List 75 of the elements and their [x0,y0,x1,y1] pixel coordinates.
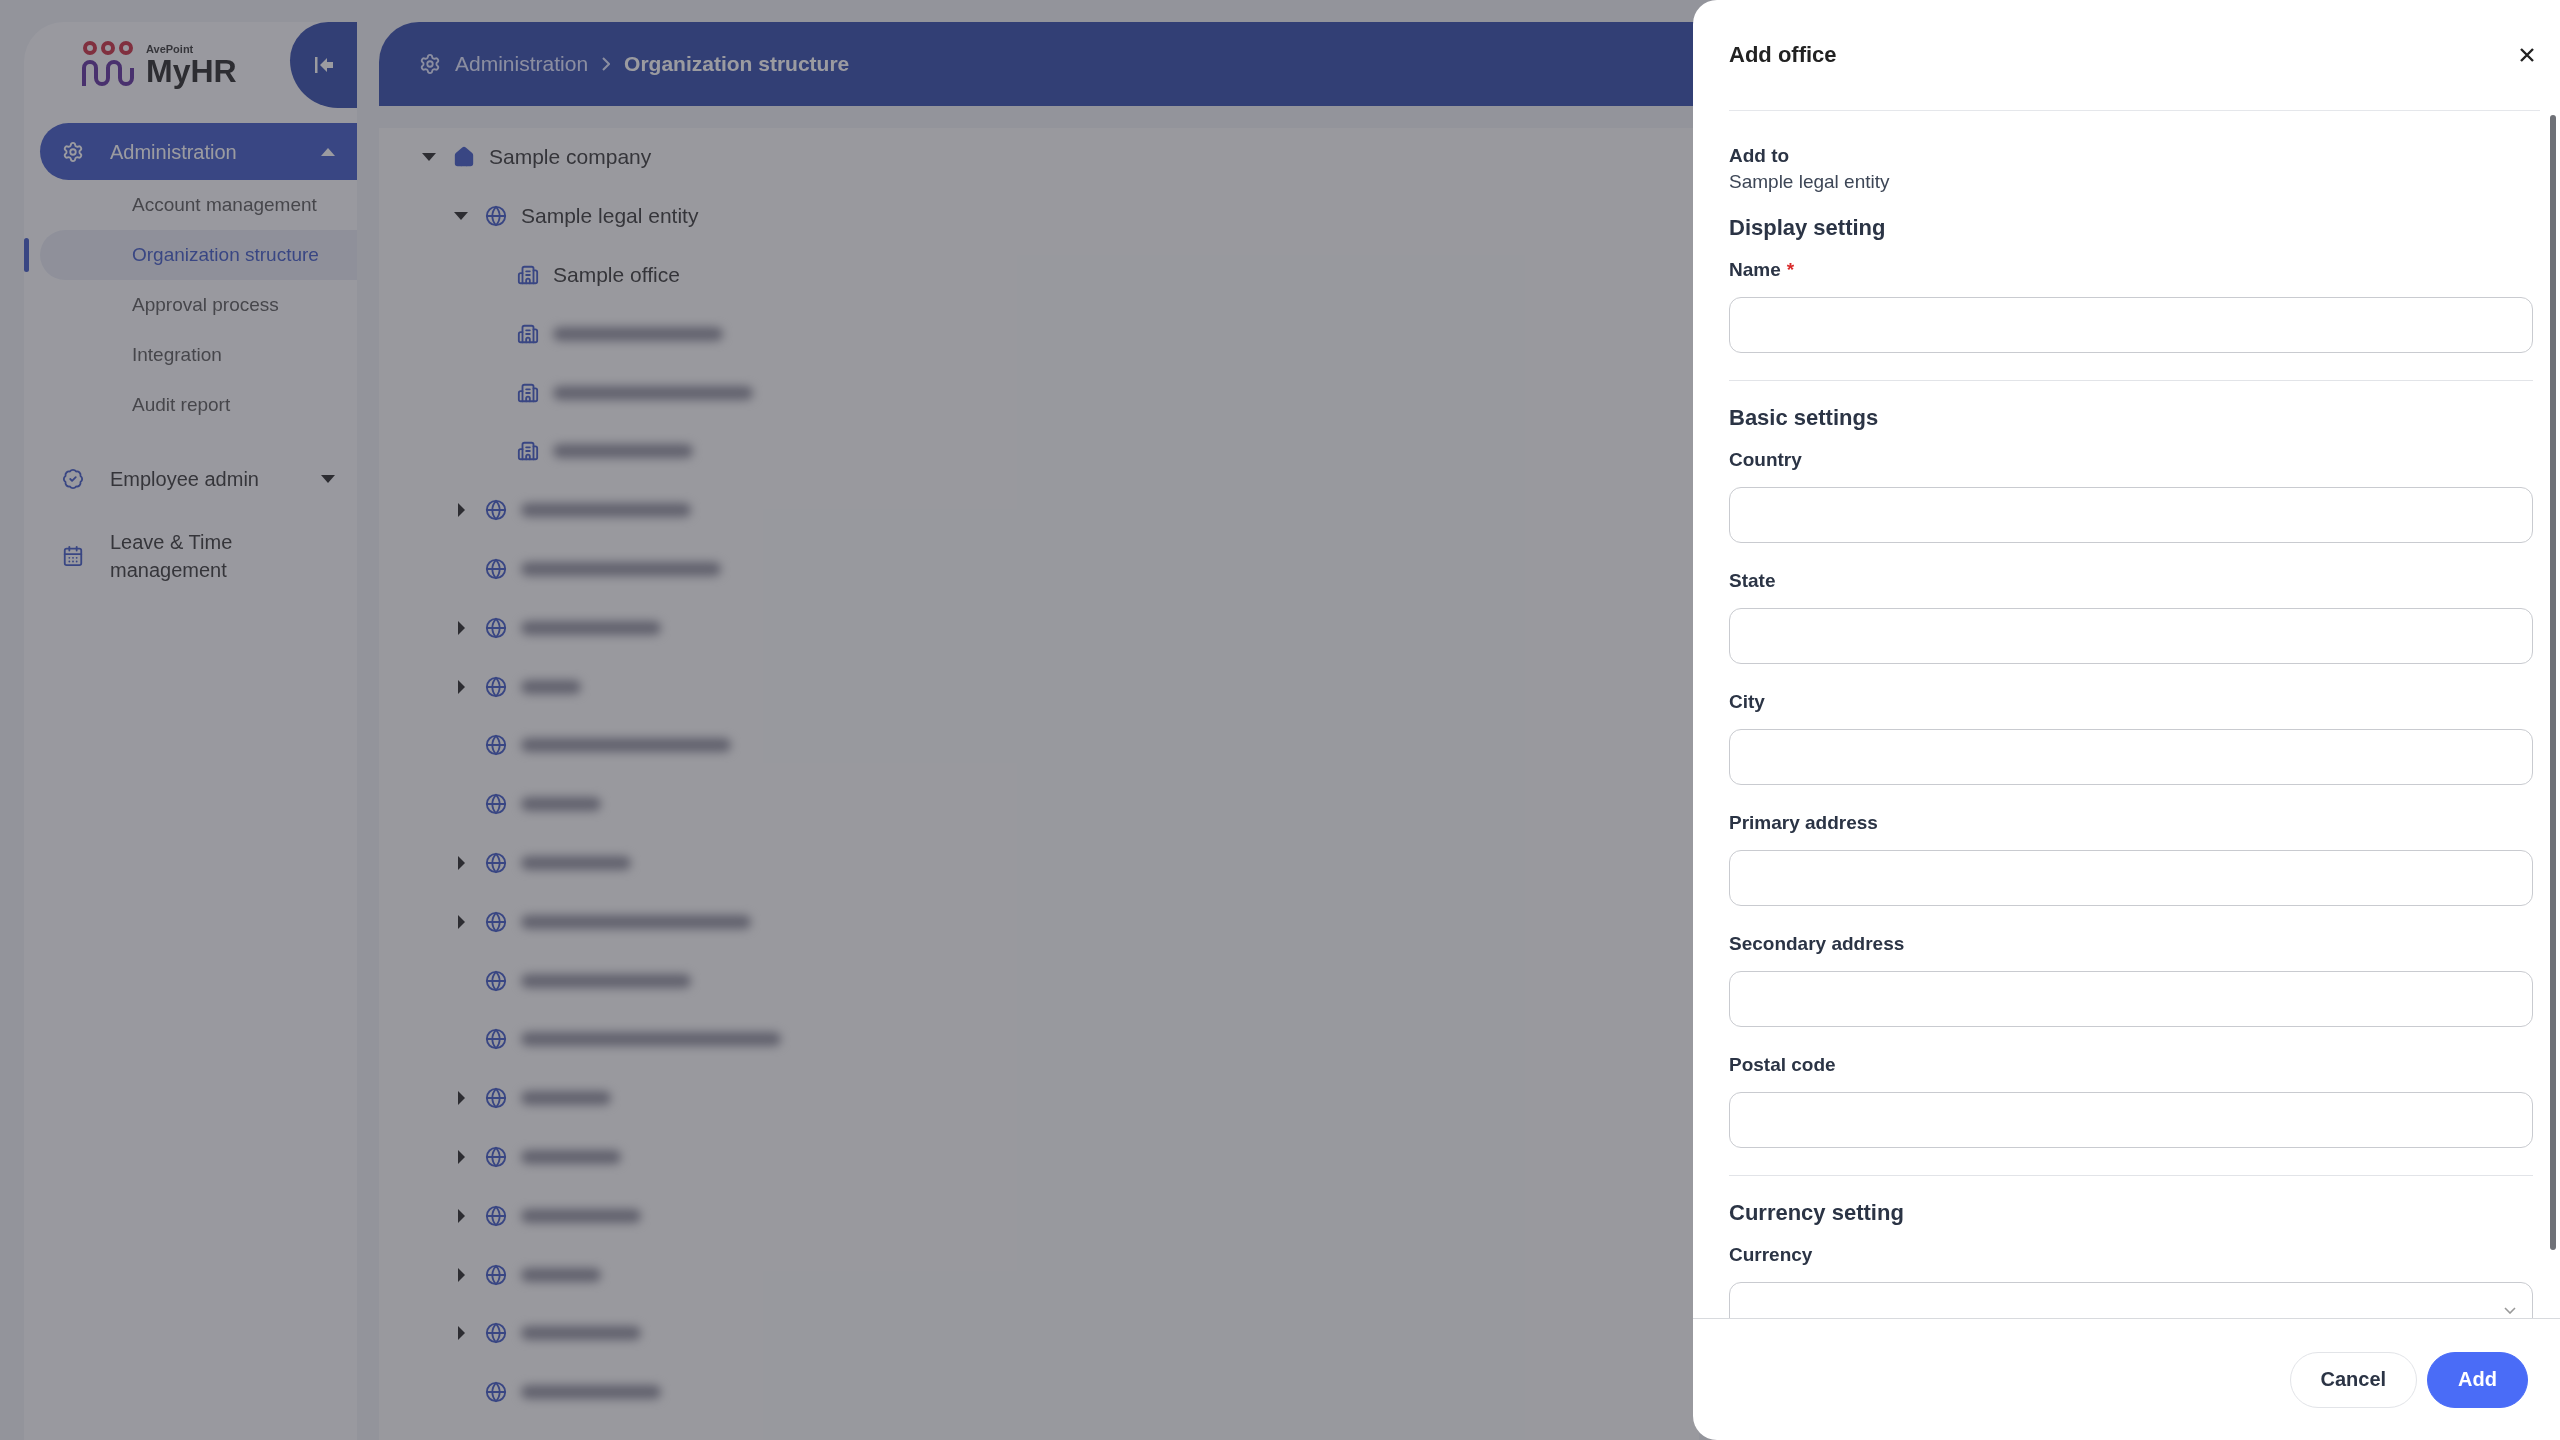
globe-icon [485,734,507,757]
nav-subitem[interactable]: Integration [40,330,357,380]
field-label: Postal code [1729,1054,1837,1076]
building-icon [517,322,539,345]
globe-icon [485,969,507,992]
globe-icon [485,1087,507,1110]
nav-item[interactable]: Employee admin [40,450,357,507]
caret-icon[interactable] [422,153,436,162]
globe-icon [485,1322,507,1345]
field-label: Secondary address [1729,933,1906,955]
cancel-button[interactable]: Cancel [2289,1351,2418,1408]
input-field[interactable] [1729,729,2533,785]
nav-item[interactable]: Administration [40,123,357,180]
selection-indicator [24,238,29,272]
close-icon [2520,48,2534,62]
field-label: Primary address [1729,812,1879,834]
vendor-name: AvePoint [146,43,195,55]
globe-icon [485,205,507,228]
building-icon [517,440,539,463]
input-field[interactable] [1729,971,2533,1027]
chevron-down-icon [2504,1306,2516,1314]
gear-icon [419,53,441,75]
collapse-icon [314,57,333,73]
globe-icon [485,793,507,816]
field-label: Add to [1729,145,1791,167]
globe-icon [485,851,507,874]
gear-icon [62,140,84,163]
scrollbar[interactable] [2550,115,2556,1250]
add-button[interactable]: Add [2427,1351,2528,1408]
globe-icon [485,499,507,522]
tree-item[interactable]: Sample legal entity [521,204,699,229]
input-field[interactable] [1729,608,2533,664]
brand-name: MyHR [146,54,237,87]
collapse-button[interactable] [290,22,357,108]
globe-icon [485,1263,507,1286]
nav-subitem[interactable]: Approval process [40,280,357,330]
globe-icon [485,557,507,580]
globe-icon [485,675,507,698]
field-label: Country [1729,449,1803,471]
globe-icon [485,1204,507,1227]
section-title: Basic settings [1729,405,1880,431]
globe-icon [485,910,507,933]
calendar-icon [62,544,84,567]
globe-icon [485,1028,507,1051]
globe-icon [485,1145,507,1168]
nav-subitem[interactable]: Organization structure [40,230,357,280]
field-label: Name * [1729,259,1796,281]
tree-item[interactable]: Sample company [489,145,652,170]
input-field[interactable] [1729,850,2533,906]
chevron-icon [602,57,611,71]
badge-icon [62,467,84,490]
caret-icon [321,147,335,156]
field-label: State [1729,570,1777,592]
globe-icon [485,1381,507,1404]
field-value: Sample legal entity [1729,171,1891,193]
breadcrumb-link[interactable]: Organization structure [624,52,850,76]
input-field[interactable] [1729,487,2533,543]
section-title: Display setting [1729,215,1887,241]
nav-item[interactable]: Leave & Time management [40,527,357,584]
nav-subitem[interactable]: Account management [40,180,357,230]
nav-subitem[interactable]: Audit report [40,380,357,430]
field-label: Currency [1729,1244,1814,1266]
tree-item[interactable]: Sample office [553,263,680,287]
section-title: Currency setting [1729,1200,1905,1226]
breadcrumb-link[interactable]: Administration [455,52,589,76]
globe-icon [485,616,507,639]
drawer-title: Add office [1729,42,1837,68]
building-icon [517,264,539,286]
field-label: City [1729,691,1766,713]
home-icon [453,146,475,169]
input-field[interactable] [1729,297,2533,353]
caret-icon [321,474,335,483]
input-field[interactable] [1729,1092,2533,1148]
caret-icon[interactable] [454,212,468,221]
building-icon [517,381,539,404]
